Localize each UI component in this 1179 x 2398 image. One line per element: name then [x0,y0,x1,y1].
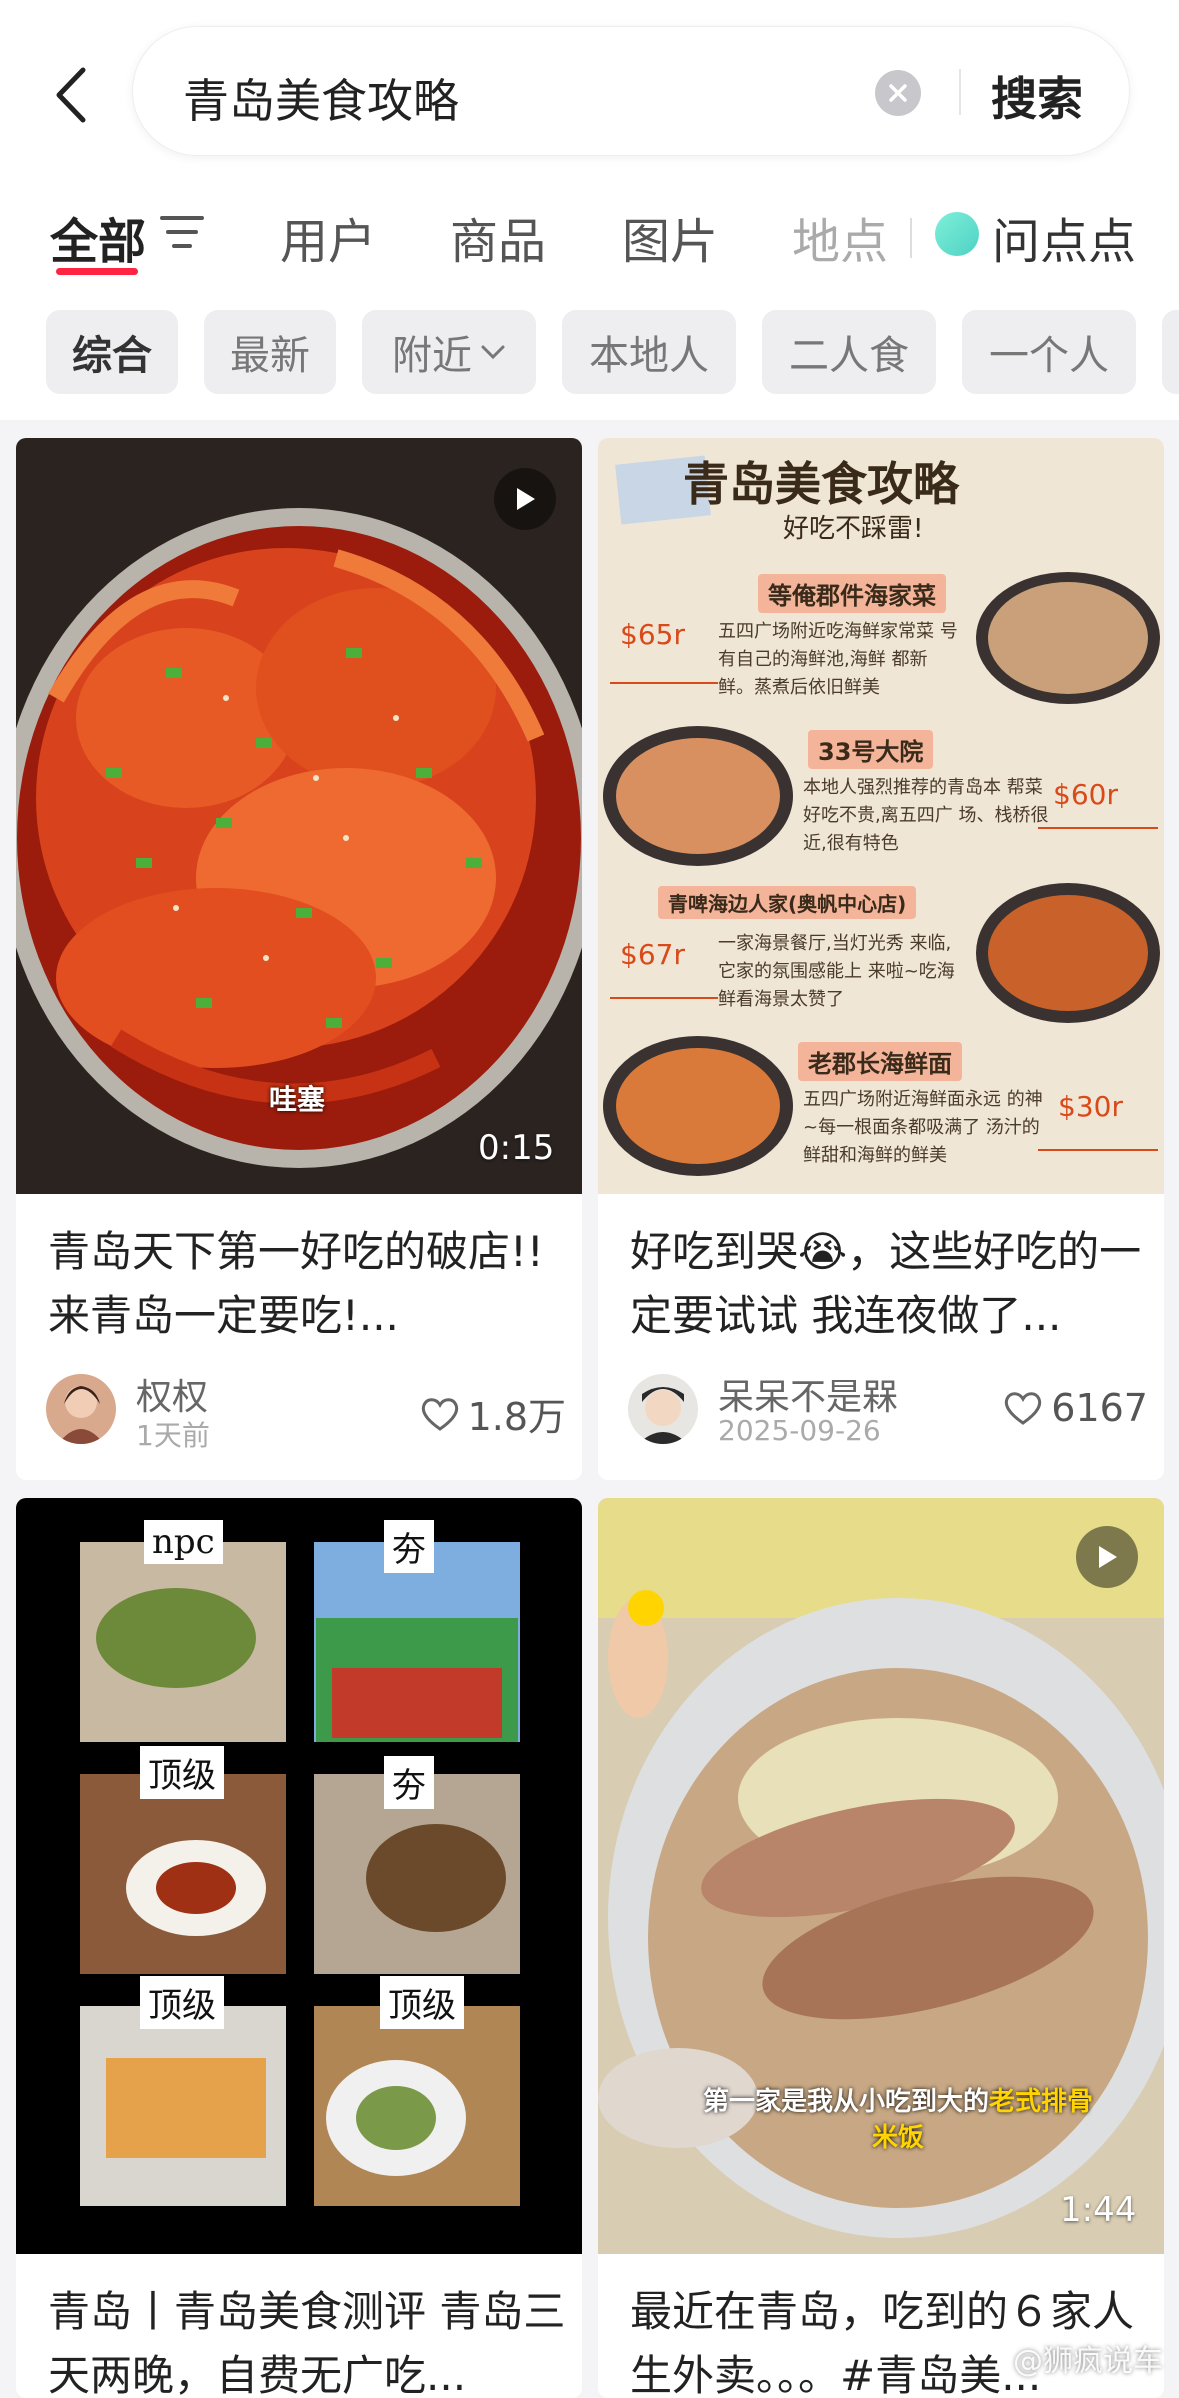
poster-section-text: 本地人强烈推荐的青岛本 帮菜好吃不贵,离五四广 场、栈桥很近,很有特色 [803,774,1053,858]
video-caption: 第一家是我从小吃到大的老式排骨米饭 [668,2084,1128,2156]
search-divider [959,69,961,115]
chip-more[interactable] [1162,310,1179,394]
poster-section-price: $60r [1053,778,1118,811]
like-count: 1.8万 [468,1386,566,1441]
like-button[interactable]: 6167 [1003,1386,1148,1430]
back-button[interactable] [40,55,100,135]
poster-section-text: 一家海景餐厅,当灯光秀 来临,它家的氛围感能上 来啦~吃海鲜看海景太赞了 [718,930,958,1014]
poster-section-name: 老郡长海鲜面 [798,1042,962,1081]
avatar[interactable] [46,1374,116,1444]
tab-all[interactable]: 全部 [50,202,146,272]
poster-subtitle: 好吃不踩雷! [783,508,923,545]
chip-locals[interactable]: 本地人 [562,310,736,394]
grid-label: npc [144,1520,223,1564]
poster-section-text: 五四广场附近吃海鲜家常菜 号有自己的海鲜池,海鲜 都新鲜。蒸煮后依旧鲜美 [718,618,958,702]
play-button[interactable] [494,468,556,530]
video-caption-highlight: 米饭 [872,2123,924,2153]
tab-users[interactable]: 用户 [280,202,376,272]
play-button[interactable] [1076,1526,1138,1588]
post-cover-image [16,1498,582,2254]
poster-section-price: $65r [620,618,685,651]
tab-active-indicator [56,268,138,275]
grid-label: 顶级 [380,1976,464,2029]
post-title[interactable]: 青岛丨青岛美食测评 青岛三天两晚，自费无广吃... [48,2280,568,2398]
chip-label: 附近 [392,323,472,381]
author-name[interactable]: 权权 [136,1368,208,1420]
chip-label: 一个人 [989,323,1109,381]
close-icon [887,82,909,104]
post-title[interactable]: 好吃到哭😭，这些好吃的一定要试试 我连夜做了... [630,1220,1150,1348]
chip-nearby[interactable]: 附近 [362,310,536,394]
poster-section-text: 五四广场附近海鲜面永远 的神~每一根面条都吸满了 汤汁的鲜甜和海鲜的鲜美 [803,1086,1053,1170]
heart-icon [420,1396,460,1432]
tab-wendiandian[interactable]: 问点点 [992,202,1136,272]
chip-label: 二人食 [789,323,909,381]
author-name[interactable]: 呆呆不是槑 [718,1368,898,1420]
chip-two-people[interactable]: 二人食 [762,310,936,394]
search-query[interactable]: 青岛美食攻略 [183,65,459,131]
chip-label: 最新 [230,323,310,381]
chip-comprehensive[interactable]: 综合 [46,310,178,394]
chip-solo[interactable]: 一个人 [962,310,1136,394]
like-button[interactable]: 1.8万 [420,1386,566,1441]
video-caption-highlight: 老式排骨 [989,2087,1093,2117]
tab-images[interactable]: 图片 [622,202,718,272]
post-meta: 呆呆不是槑 2025-09-26 6167 [628,1368,1148,1448]
post-time: 2025-09-26 [718,1414,881,1447]
chip-label: 本地人 [589,323,709,381]
post-title[interactable]: 青岛天下第一好吃的破店!!来青岛一定要吃!... [48,1220,568,1348]
poster-section-name: 33号大院 [808,730,933,769]
post-meta: 权权 1天前 1.8万 [46,1368,566,1448]
like-count: 6167 [1051,1386,1148,1430]
header: 青岛美食攻略 搜索 全部 用户 商品 图片 地点 问点点 综合 最新 附近 本地… [0,0,1179,420]
poster-section-name: 等俺郡件海家菜 [758,574,946,613]
video-duration: 0:15 [478,1128,554,1168]
chevron-down-icon [480,344,506,360]
search-button[interactable]: 搜索 [991,63,1083,129]
clear-search-button[interactable] [875,70,921,116]
wendiandian-icon [935,212,979,256]
play-icon [1095,1544,1119,1570]
search-tabs: 全部 用户 商品 图片 地点 问点点 [0,190,1179,280]
post-card[interactable]: npc 夯 顶级 夯 顶级 顶级 青岛丨青岛美食测评 青岛三天两晚，自费无广吃.… [16,1498,582,2398]
search-input[interactable]: 青岛美食攻略 搜索 [132,26,1130,156]
chip-latest[interactable]: 最新 [204,310,336,394]
post-card[interactable]: 青岛美食攻略 好吃不踩雷! 等俺郡件海家菜 $65r 五四广场附近吃海鲜家常菜 … [598,438,1164,1480]
tab-places[interactable]: 地点 [792,202,888,272]
grid-label: 顶级 [140,1976,224,2029]
grid-label: 夯 [384,1756,434,1809]
post-card[interactable]: 哇塞 0:15 青岛天下第一好吃的破店!!来青岛一定要吃!... 权权 1天前 … [16,438,582,1480]
filter-icon[interactable] [160,214,204,250]
tab-products[interactable]: 商品 [450,202,546,272]
poster-section-price: $30r [1058,1090,1123,1123]
filter-chips: 综合 最新 附近 本地人 二人食 一个人 [0,310,1179,396]
chevron-left-icon [53,66,87,124]
video-caption-part: 第一家是我从小吃到大的 [703,2087,989,2117]
avatar[interactable] [628,1374,698,1444]
play-icon [513,486,537,512]
heart-icon [1003,1390,1043,1426]
video-duration: 1:44 [1060,2190,1136,2230]
post-time: 1天前 [136,1414,210,1454]
poster-section-price: $67r [620,938,685,971]
poster-title: 青岛美食攻略 [683,448,959,514]
poster-section-name: 青啤海边人家(奥帆中心店) [658,886,916,919]
chip-label: 综合 [72,323,152,381]
watermark: @狮疯说车 [1013,2336,1163,2380]
post-card[interactable]: 第一家是我从小吃到大的老式排骨米饭 1:44 最近在青岛，吃到的６家人生外卖。。… [598,1498,1164,2398]
tab-divider [910,218,912,258]
grid-label: 顶级 [140,1746,224,1799]
grid-label: 夯 [384,1520,434,1573]
video-caption: 哇塞 [269,1078,325,1118]
